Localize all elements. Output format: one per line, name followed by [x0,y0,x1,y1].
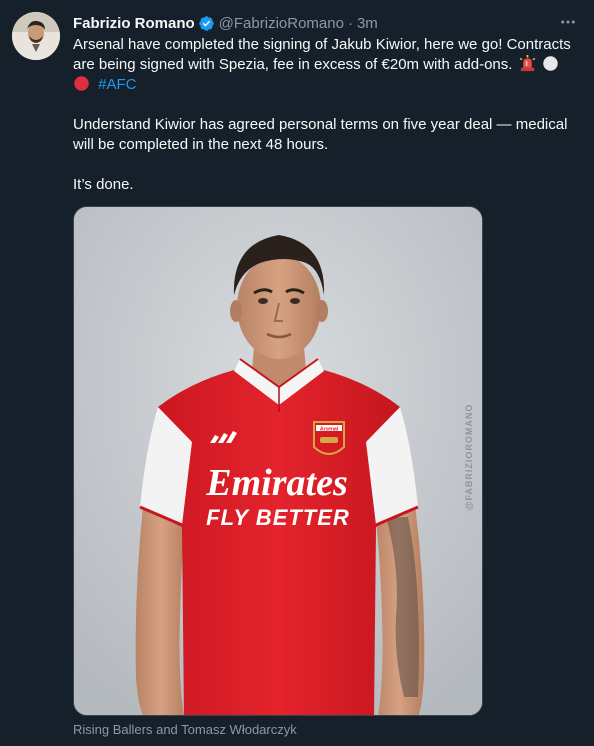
tweet-paragraph-3: It’s done. [73,176,134,193]
tweet-paragraph-1: Arsenal have completed the signing of Ja… [73,35,583,95]
tweet[interactable]: Fabrizio Romano @FabrizioRomano · 3m Ars… [0,0,594,746]
siren-emoji-icon [519,55,536,72]
hashtag-link[interactable]: #AFC [98,76,136,93]
shirt-sponsor-text: Emirates [205,462,347,504]
red-circle-emoji-icon [73,75,90,92]
tweet-media-photo[interactable]: Arsenal Emirates FLY BETTER @FABRIZIOROM… [73,206,483,716]
tweet-text: Arsenal have completed the signing of Ja… [73,35,583,195]
tweet-line-1: Arsenal have completed the signing of Ja… [73,36,571,73]
tweet-timestamp[interactable]: 3m [357,15,378,32]
header-separator: · [347,14,353,32]
photo-watermark: @FABRIZIOROMANO [464,404,474,511]
crest-text: Arsenal [320,427,339,433]
tweet-header: Fabrizio Romano @FabrizioRomano · 3m [73,13,554,33]
author-avatar[interactable] [12,12,60,60]
white-circle-emoji-icon [542,55,559,72]
media-caption: Rising Ballers and Tomasz Włodarczyk [73,722,297,737]
shirt-slogan-text: FLY BETTER [206,505,350,530]
more-options-icon[interactable] [558,12,578,32]
verified-badge-icon [198,15,215,32]
tweet-paragraph-2: Understand Kiwior has agreed personal te… [73,116,568,153]
author-handle[interactable]: @FabrizioRomano [219,15,344,32]
author-display-name[interactable]: Fabrizio Romano [73,15,195,32]
